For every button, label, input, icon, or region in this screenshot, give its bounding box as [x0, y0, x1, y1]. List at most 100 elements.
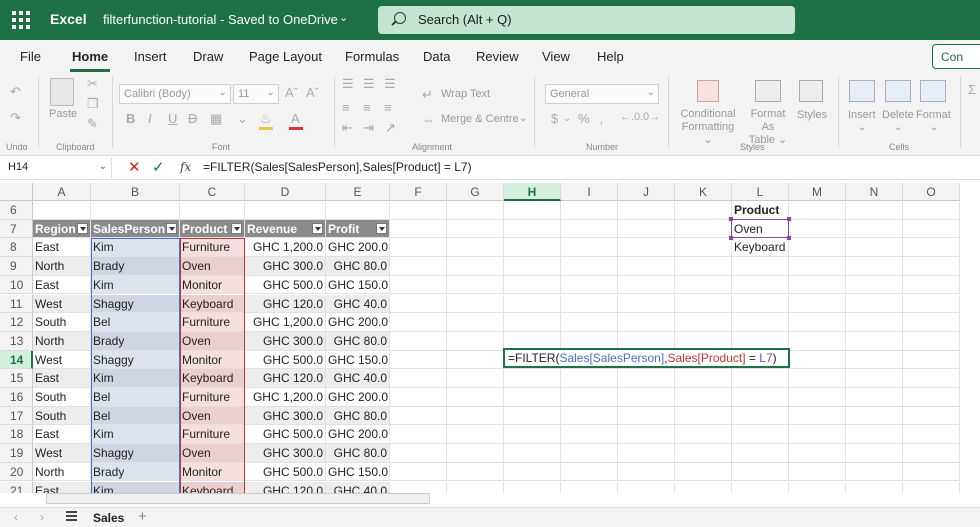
table-cell[interactable]: East: [33, 238, 91, 258]
sheet-tab-sales[interactable]: Sales: [93, 511, 124, 525]
row-header-18[interactable]: 18: [0, 425, 33, 445]
align-left-icon[interactable]: ≡: [342, 100, 350, 115]
insert-cells-button[interactable]: Insert: [848, 109, 876, 121]
cell-O7[interactable]: [903, 219, 960, 239]
cell-F12[interactable]: [390, 313, 447, 332]
cell-O13[interactable]: [903, 331, 960, 351]
row-header-13[interactable]: 13: [0, 331, 33, 351]
cell-I17[interactable]: [561, 406, 618, 426]
cell-E6[interactable]: [326, 201, 390, 220]
table-cell[interactable]: West: [33, 444, 91, 463]
cell-K9[interactable]: [675, 257, 732, 276]
cell-F11[interactable]: [390, 294, 447, 314]
cell-B6[interactable]: [91, 201, 180, 220]
table-cell[interactable]: GHC 150.0: [326, 350, 390, 370]
cell-O6[interactable]: [903, 201, 960, 220]
cell-J10[interactable]: [618, 275, 675, 295]
font-size-select[interactable]: 11 ⌄: [233, 84, 279, 104]
format-painter-icon[interactable]: ✎: [87, 116, 98, 132]
table-cell[interactable]: North: [33, 331, 91, 351]
editing-cell-h14[interactable]: =FILTER(Sales[SalesPerson],Sales[Product…: [503, 348, 790, 368]
row-header-14[interactable]: 14: [0, 350, 33, 370]
cell-H16[interactable]: [504, 388, 561, 407]
chevron-down-icon[interactable]: ⌄: [519, 113, 527, 124]
cell-I21[interactable]: [561, 481, 618, 493]
paste-button[interactable]: Paste: [49, 108, 77, 120]
cell-M17[interactable]: [789, 406, 846, 426]
comma-style-icon[interactable]: ‚: [600, 111, 603, 126]
borders-dropdown-icon[interactable]: ⌄: [237, 111, 248, 127]
wrap-text-icon[interactable]: ↵: [422, 87, 433, 103]
cell-O18[interactable]: [903, 425, 960, 445]
cell-K11[interactable]: [675, 294, 732, 314]
cell-M13[interactable]: [789, 331, 846, 351]
decrease-decimal-icon[interactable]: .0→: [640, 111, 660, 123]
cell-H18[interactable]: [504, 425, 561, 445]
chevron-down-icon[interactable]: ⌄: [563, 113, 571, 124]
cell-M9[interactable]: [789, 257, 846, 276]
table-cell[interactable]: Oven: [180, 406, 245, 426]
cell-O12[interactable]: [903, 313, 960, 332]
cell-F17[interactable]: [390, 406, 447, 426]
row-header-12[interactable]: 12: [0, 313, 33, 332]
cell-N19[interactable]: [846, 444, 903, 463]
cell-F7[interactable]: [390, 219, 447, 239]
tab-insert[interactable]: Insert: [134, 49, 167, 64]
tab-home[interactable]: Home: [72, 49, 108, 64]
table-header-cell[interactable]: SalesPerson: [91, 219, 180, 239]
comments-button[interactable]: Con: [932, 44, 980, 69]
chevron-down-icon[interactable]: ⌄: [858, 122, 866, 133]
undo-icon[interactable]: ↶: [10, 84, 21, 100]
column-header-m[interactable]: M: [789, 183, 846, 201]
format-cells-button[interactable]: Format: [916, 109, 951, 121]
cell-G6[interactable]: [447, 201, 504, 220]
table-cell[interactable]: Keyboard: [180, 294, 245, 314]
cell-I9[interactable]: [561, 257, 618, 276]
cell-H10[interactable]: [504, 275, 561, 295]
cell-M15[interactable]: [789, 369, 846, 388]
tab-data[interactable]: Data: [423, 49, 450, 64]
cell-F10[interactable]: [390, 275, 447, 295]
table-cell[interactable]: Monitor: [180, 350, 245, 370]
table-cell[interactable]: GHC 500.0: [245, 275, 326, 295]
row-header-21[interactable]: 21: [0, 481, 33, 493]
cell-H7[interactable]: [504, 219, 561, 239]
cell-L12[interactable]: [732, 313, 789, 332]
cell-N13[interactable]: [846, 331, 903, 351]
cell-O21[interactable]: [903, 481, 960, 493]
table-cell[interactable]: Bel: [91, 406, 180, 426]
filter-dropdown-icon[interactable]: [77, 222, 88, 234]
cell-K16[interactable]: [675, 388, 732, 407]
cell-N20[interactable]: [846, 462, 903, 482]
cell-A6[interactable]: [33, 201, 91, 220]
table-cell[interactable]: Furniture: [180, 388, 245, 407]
cell-O14[interactable]: [903, 350, 960, 370]
delete-cells-icon[interactable]: [885, 80, 911, 102]
table-cell[interactable]: GHC 150.0: [326, 275, 390, 295]
table-cell[interactable]: GHC 200.0: [326, 313, 390, 332]
row-header-10[interactable]: 10: [0, 275, 33, 295]
filter-dropdown-icon[interactable]: [312, 222, 323, 234]
increase-font-icon[interactable]: Aˆ: [285, 85, 298, 100]
italic-icon[interactable]: I: [148, 111, 152, 126]
tab-formulas[interactable]: Formulas: [345, 49, 399, 64]
cell-H6[interactable]: [504, 201, 561, 220]
horizontal-scrollbar[interactable]: [46, 493, 430, 504]
table-cell[interactable]: GHC 80.0: [326, 406, 390, 426]
cell-I16[interactable]: [561, 388, 618, 407]
cell-G14[interactable]: [447, 350, 504, 370]
cell-G8[interactable]: [447, 238, 504, 258]
table-cell[interactable]: GHC 80.0: [326, 331, 390, 351]
cell-O15[interactable]: [903, 369, 960, 388]
cell-K19[interactable]: [675, 444, 732, 463]
cell-N17[interactable]: [846, 406, 903, 426]
cell-M19[interactable]: [789, 444, 846, 463]
delete-cells-button[interactable]: Delete: [882, 109, 914, 121]
table-cell[interactable]: Brady: [91, 331, 180, 351]
tab-view[interactable]: View: [542, 49, 570, 64]
format-cells-icon[interactable]: [920, 80, 946, 102]
cell-I11[interactable]: [561, 294, 618, 314]
cell-H17[interactable]: [504, 406, 561, 426]
cell-J11[interactable]: [618, 294, 675, 314]
conditional-formatting-icon[interactable]: [697, 80, 719, 102]
